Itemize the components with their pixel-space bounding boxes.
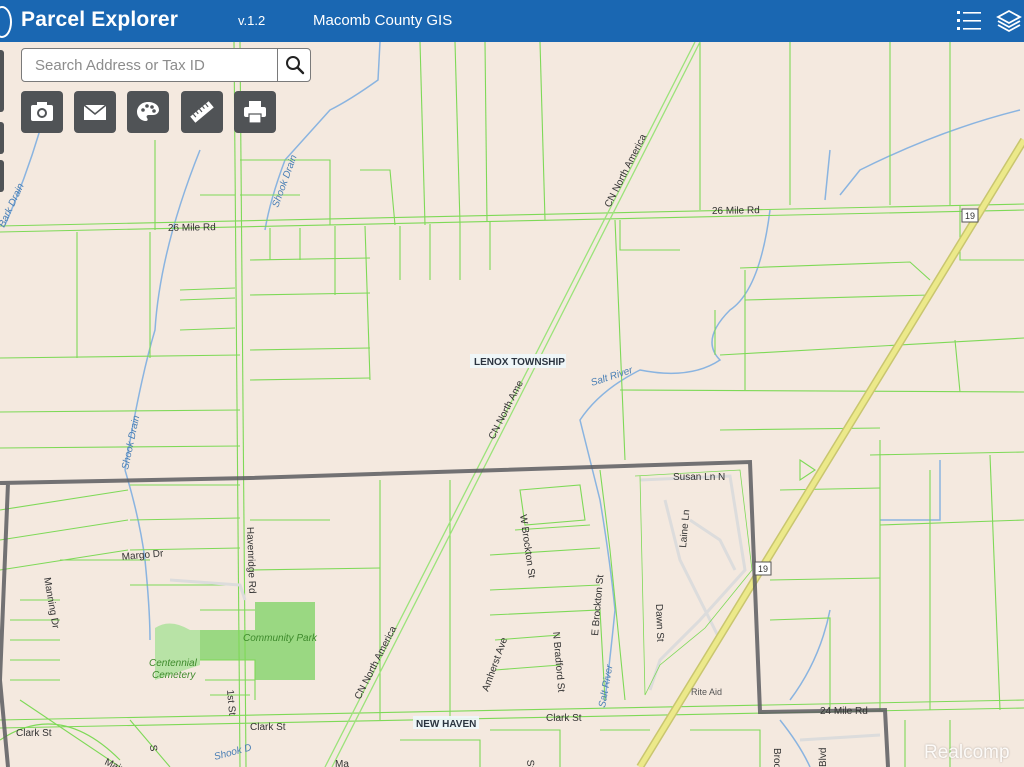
ruler-icon — [190, 101, 214, 123]
measure-button[interactable] — [181, 91, 223, 133]
search-input[interactable] — [22, 49, 276, 81]
label-blvd: Blvd — [818, 748, 829, 767]
theme-button[interactable] — [127, 91, 169, 133]
print-button[interactable] — [234, 91, 276, 133]
label-dawn-st: Dawn St — [653, 604, 665, 642]
label-new-haven: NEW HAVEN — [416, 719, 476, 730]
label-lenox-township: LENOX TOWNSHIP — [474, 357, 565, 368]
home-extent-tab[interactable] — [0, 160, 4, 192]
mail-icon — [83, 104, 107, 120]
parcel-map[interactable]: 26 Mile Rd 26 Mile Rd 19 19 LENOX TOWNSH… — [0, 42, 1024, 767]
list-icon[interactable] — [956, 8, 982, 34]
email-button[interactable] — [74, 91, 116, 133]
label-26-mile-rd-w: 26 Mile Rd — [168, 222, 216, 234]
label-cemetery-2: Cemetery — [152, 670, 196, 681]
label-broo: Broo — [771, 748, 782, 767]
label-route-19-s: 19 — [758, 564, 768, 574]
organization-name: Macomb County GIS — [313, 12, 453, 29]
search-button[interactable] — [277, 49, 312, 81]
watermark: Realcomp — [924, 742, 1010, 763]
zoom-in-tab[interactable] — [0, 50, 4, 112]
label-s-st: S — [147, 744, 159, 752]
label-26-mile-rd-e: 26 Mile Rd — [712, 205, 760, 217]
label-susan-ln: Susan Ln N — [673, 472, 725, 483]
label-clark-st-w: Clark St — [16, 728, 52, 739]
label-clark-st-e: Clark St — [546, 713, 582, 724]
label-ma: Ma — [335, 759, 349, 767]
label-clark-st-mid: Clark St — [250, 722, 286, 733]
label-havenridge: Havenridge Rd — [244, 527, 257, 594]
label-mile-rd-se: 24 Mile Rd — [820, 706, 868, 717]
label-cemetery-1: Centennial — [149, 658, 198, 669]
camera-icon — [31, 102, 53, 121]
app-header: Parcel Explorer v.1.2 Macomb County GIS — [0, 0, 1024, 42]
county-seal-icon — [0, 6, 12, 38]
search-box — [21, 48, 311, 82]
label-route-19-n: 19 — [965, 211, 975, 221]
app-version: v.1.2 — [238, 13, 266, 28]
app-title: Parcel Explorer — [21, 8, 179, 31]
label-rite-aid: Rite Aid — [691, 687, 722, 697]
palette-icon — [137, 102, 159, 121]
map-canvas[interactable]: 26 Mile Rd 26 Mile Rd 19 19 LENOX TOWNSH… — [0, 42, 1024, 767]
label-st-frag: St — [524, 759, 536, 767]
layers-icon[interactable] — [996, 8, 1022, 34]
camera-button[interactable] — [21, 91, 63, 133]
search-icon — [286, 56, 305, 75]
label-community-park: Community Park — [243, 633, 318, 644]
print-icon — [244, 101, 266, 124]
label-1st-st: 1st St — [224, 689, 237, 716]
zoom-out-tab[interactable] — [0, 122, 4, 154]
